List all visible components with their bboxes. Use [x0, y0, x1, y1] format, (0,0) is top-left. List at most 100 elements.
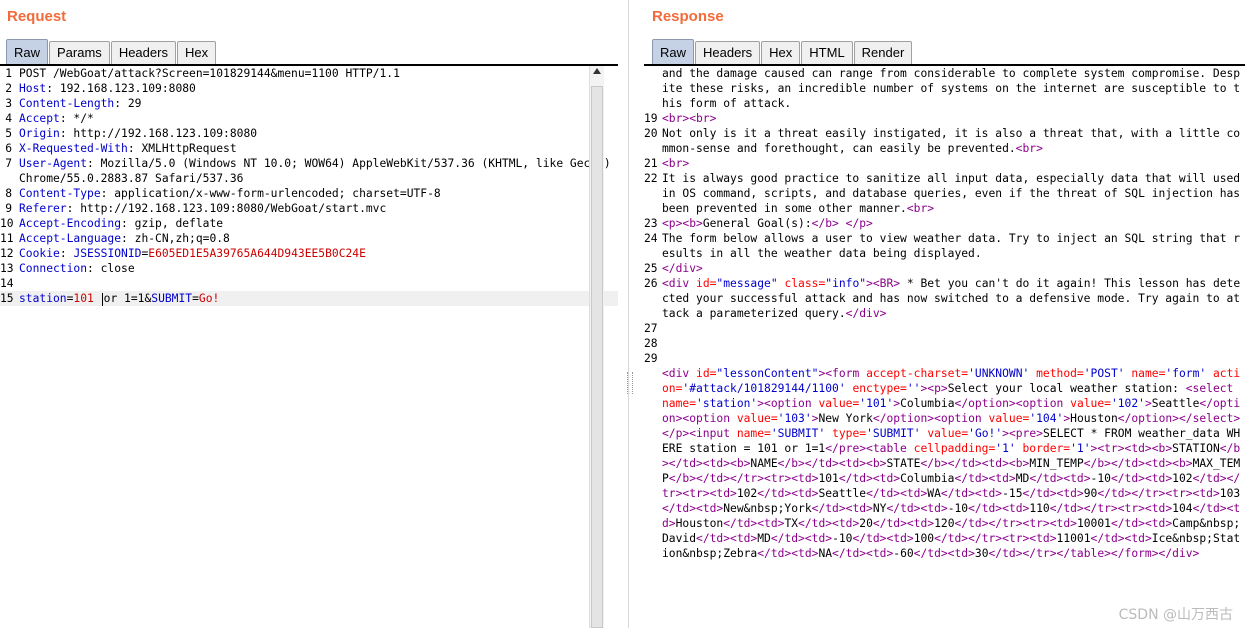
request-line-text: User-Agent: Mozilla/5.0 (Windows NT 10.0… [16, 156, 618, 186]
response-line-text: It is always good practice to sanitize a… [662, 171, 1245, 216]
response-tab-hex[interactable]: Hex [761, 41, 801, 65]
response-text: 110 [1029, 502, 1050, 515]
response-line-text: <div id="lessonContent"><form accept-cha… [662, 351, 1245, 561]
html-attr-value: '#attack/101829144/1100' [682, 382, 846, 395]
line-number: 22 [644, 172, 658, 185]
request-line-text: X-Requested-With: XMLHttpRequest [16, 141, 618, 156]
response-text: 20 [859, 517, 873, 530]
response-text: MD [757, 532, 771, 545]
line-number: 6 [5, 142, 12, 155]
response-text: WA [927, 487, 941, 500]
html-attr-value: "lessonContent" [716, 367, 819, 380]
response-line-text: <p><b>General Goal(s):</b> </p> [662, 216, 1245, 231]
request-title: Request [7, 8, 67, 25]
line-number: 25 [644, 262, 658, 275]
request-line-text: Accept-Encoding: gzip, deflate [16, 216, 618, 231]
header-colon: : [59, 247, 67, 260]
request-scrollbar[interactable] [589, 66, 604, 628]
splitter-line [628, 0, 629, 628]
header-name: Connection [19, 262, 88, 275]
request-line-text: Referer: http://192.168.123.109:8080/Web… [16, 201, 618, 216]
line-number: 11 [0, 232, 14, 245]
request-line: 4 Accept: */* [0, 111, 618, 126]
response-text: New York [818, 412, 873, 425]
response-text: STATE [886, 457, 921, 470]
html-tag: </div> [845, 307, 887, 320]
response-text: 120 [934, 517, 955, 530]
line-number: 29 [644, 352, 658, 365]
html-tag: </b></td></tr><tr><td> [668, 472, 819, 485]
response-text: 30 [974, 547, 989, 560]
response-text: 104 [1172, 502, 1193, 515]
response-text: -10 [947, 502, 969, 515]
header-colon: : [121, 232, 128, 245]
html-attr-value: 'station' [696, 397, 758, 410]
request-tab-params[interactable]: Params [49, 41, 110, 65]
response-line: 24 The form below allows a user to view w… [644, 231, 1245, 261]
request-line: 11 Accept-Language: zh-CN,zh;q=0.8 [0, 231, 618, 246]
response-text: STATION [1172, 442, 1220, 455]
html-attr-value: '104' [1029, 412, 1064, 425]
response-text: It is always good practice to sanitize a… [662, 172, 1241, 215]
html-tag: </td><td> [696, 532, 758, 545]
watermark: CSDN @山万西古 [1118, 607, 1233, 623]
response-line-text: The form below allows a user to view wea… [662, 231, 1245, 261]
response-text: -60 [893, 547, 914, 560]
html-attr-name: name= [662, 397, 697, 410]
response-text: 103 [1219, 487, 1241, 500]
text-cursor [101, 292, 103, 306]
html-tag: </td><td> [1022, 487, 1084, 500]
header-name: Content-Type [19, 187, 101, 200]
header-value: close [93, 262, 135, 275]
request-tab-hex[interactable]: Hex [176, 41, 217, 65]
response-tab-render[interactable]: Render [853, 41, 913, 65]
request-tab-raw[interactable]: Raw [6, 39, 49, 65]
splitter-grip-icon[interactable] [627, 372, 633, 394]
response-tab-raw[interactable]: Raw [652, 39, 695, 65]
response-editor[interactable]: and the damage caused can range from con… [644, 66, 1245, 628]
html-tag: </td><td> [770, 532, 833, 545]
response-text: -10 [832, 532, 853, 545]
response-line-text: </div> [662, 261, 1245, 276]
html-attr-name: type= [832, 427, 867, 440]
request-line: 7 User-Agent: Mozilla/5.0 (Windows NT 10.… [0, 156, 618, 186]
header-colon: : [59, 112, 67, 125]
html-attr-value: "info" [825, 277, 867, 290]
response-text: Seattle [818, 487, 867, 500]
header-name: Host [19, 82, 47, 95]
response-tab-headers[interactable]: Headers [695, 41, 761, 65]
response-line: 23 <p><b>General Goal(s):</b> </p> [644, 216, 1245, 231]
html-attr-name: value= [736, 412, 778, 425]
line-number: 12 [0, 247, 14, 260]
request-editor[interactable]: 1 POST /WebGoat/attack?Screen=101829144&m… [0, 66, 618, 628]
line-number: 19 [644, 112, 658, 125]
header-colon: : [87, 262, 94, 275]
html-tag: </td><td> [852, 532, 914, 545]
scroll-up-arrow-icon[interactable] [593, 68, 601, 74]
response-text: Columbia [900, 397, 955, 410]
response-text: Not only is it a threat easily instigate… [662, 127, 1241, 155]
scrollbar-thumb[interactable] [591, 86, 603, 628]
html-tag: </option><option [872, 412, 989, 425]
html-tag: </td></tr><tr><td> [1049, 502, 1173, 515]
header-name: X-Requested-With [19, 142, 128, 155]
response-text: NAME [750, 457, 778, 470]
header-colon: : [114, 97, 122, 110]
panel-splitter[interactable] [618, 0, 644, 628]
response-tab-html[interactable]: HTML [801, 41, 853, 65]
request-tab-headers[interactable]: Headers [110, 41, 176, 65]
html-attr-name: border= [1022, 442, 1071, 455]
html-attr-name: value= [927, 427, 969, 440]
html-tag: </td><td> [968, 502, 1030, 515]
html-attr-name: accept-charset= [866, 367, 969, 380]
header-value: */* [66, 112, 94, 125]
html-attr-name: value= [988, 412, 1030, 425]
cookie-value: E605ED1E5A39765A644D943EE5B0C24E [148, 247, 366, 260]
html-tag: <br> [1015, 142, 1043, 155]
request-line: 6 X-Requested-With: XMLHttpRequest [0, 141, 618, 156]
line-number: 23 [644, 217, 658, 230]
html-attr-value: '1' [1070, 442, 1091, 455]
html-tag: </option><option [954, 397, 1071, 410]
html-tag: </div> [662, 262, 703, 275]
line-number: 15 [0, 292, 14, 305]
